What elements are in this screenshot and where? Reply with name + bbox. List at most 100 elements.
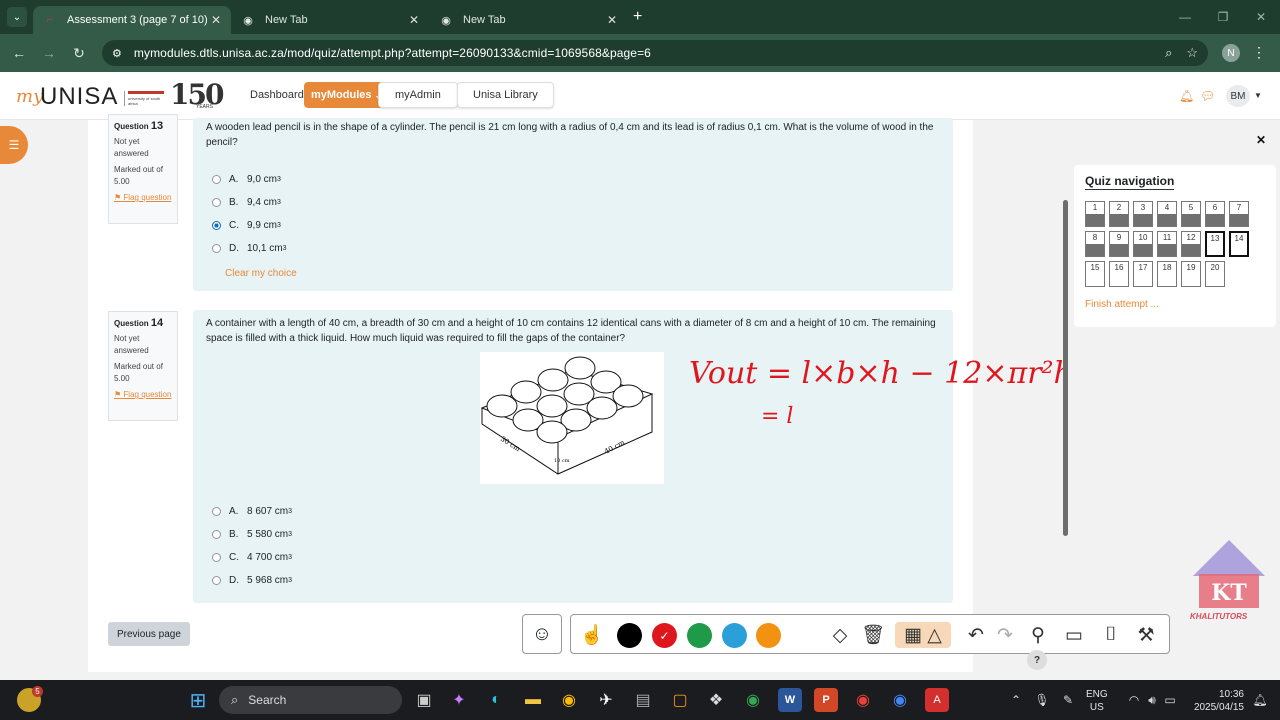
quiz-nav-button[interactable]: 2: [1109, 201, 1129, 227]
nav-mymodules[interactable]: myModules ⌄: [304, 82, 389, 108]
emoji-icon[interactable]: ☺: [522, 614, 562, 654]
pen-icon[interactable]: ✎: [1056, 688, 1080, 712]
clock[interactable]: 10:36 2025/04/15: [1192, 688, 1244, 714]
radio-button[interactable]: [212, 576, 221, 585]
tab-new-2[interactable]: ◉ New Tab ✕: [429, 6, 627, 34]
quiz-nav-button[interactable]: 17: [1133, 261, 1153, 287]
taskbar-search[interactable]: ⌕ Search: [219, 686, 402, 714]
answer-option[interactable]: A. 8 607 cm 3: [212, 500, 506, 523]
edge-icon[interactable]: ◐: [484, 688, 508, 712]
answer-option[interactable]: B. 5 580 cm 3: [212, 523, 506, 546]
radio-button[interactable]: [212, 553, 221, 562]
quiz-nav-button[interactable]: 8: [1085, 231, 1105, 257]
powerpoint-icon[interactable]: P: [814, 688, 838, 712]
radio-button[interactable]: [212, 175, 221, 184]
flag-question-link[interactable]: ⚑ Flag question: [114, 389, 172, 401]
color-orange[interactable]: [756, 623, 781, 648]
windows-start-icon[interactable]: ⊞: [186, 688, 210, 712]
tab-search-button[interactable]: ⌄: [7, 7, 27, 27]
tab-new-1[interactable]: ◉ New Tab ✕: [231, 6, 429, 34]
chrome-profile-icon[interactable]: ◉: [741, 688, 765, 712]
close-tab-icon[interactable]: ✕: [607, 13, 617, 27]
answer-option[interactable]: A. 9,0 cm 3: [212, 168, 940, 191]
calendar-icon[interactable]: ▭: [1061, 622, 1087, 648]
quiz-nav-button[interactable]: 7: [1229, 201, 1249, 227]
quiz-nav-button[interactable]: 20: [1205, 261, 1225, 287]
chrome-beta-icon[interactable]: ◉: [888, 688, 912, 712]
quiz-nav-button[interactable]: 13: [1205, 231, 1225, 257]
messages-icon[interactable]: 💬︎: [1200, 89, 1215, 103]
eraser-icon[interactable]: ◇: [827, 622, 853, 648]
microphone-icon[interactable]: 🎙︎: [1030, 688, 1054, 712]
answer-option[interactable]: D. 5 968 cm 3: [212, 569, 506, 592]
color-green[interactable]: [687, 623, 712, 648]
previous-page-button[interactable]: Previous page: [108, 622, 190, 646]
restore-icon[interactable]: ❐: [1204, 10, 1242, 24]
radio-button[interactable]: [212, 244, 221, 253]
redo-icon[interactable]: ↷: [992, 622, 1018, 648]
answer-option[interactable]: B. 9,4 cm 3: [212, 191, 940, 214]
flag-question-link[interactable]: ⚑ Flag question: [114, 192, 172, 204]
nav-myadmin[interactable]: myAdmin: [378, 82, 458, 108]
user-avatar[interactable]: BM: [1226, 85, 1250, 107]
notification-center-icon[interactable]: 🔔︎: [1248, 688, 1272, 712]
quiz-nav-button[interactable]: 10: [1133, 231, 1153, 257]
quiz-nav-button[interactable]: 5: [1181, 201, 1201, 227]
browser-menu-icon[interactable]: ⋮: [1252, 44, 1266, 61]
color-black[interactable]: [617, 623, 642, 648]
photos-icon[interactable]: ▤: [631, 688, 655, 712]
chrome-taskbar-icon[interactable]: ◉: [557, 688, 581, 712]
language-indicator[interactable]: ENG US: [1086, 688, 1108, 714]
reload-icon[interactable]: ↻: [64, 45, 94, 62]
pin-icon[interactable]: ⚲: [1025, 622, 1051, 648]
course-index-toggle-icon[interactable]: ☰: [0, 126, 28, 164]
nav-library[interactable]: Unisa Library: [457, 82, 554, 108]
user-menu-chevron-icon[interactable]: ▼: [1254, 91, 1262, 100]
quiz-nav-button[interactable]: 16: [1109, 261, 1129, 287]
chrome-alt-icon[interactable]: ◉: [851, 688, 875, 712]
quiz-nav-button[interactable]: 12: [1181, 231, 1201, 257]
quiz-nav-button[interactable]: 6: [1205, 201, 1225, 227]
nav-dashboard[interactable]: Dashboard: [250, 82, 304, 108]
camera-icon[interactable]: ⌷: [1098, 622, 1124, 648]
radio-button[interactable]: [212, 198, 221, 207]
clear-choice-link[interactable]: Clear my choice: [225, 266, 940, 281]
color-red[interactable]: ✓: [652, 623, 677, 648]
quiz-nav-button[interactable]: 1: [1085, 201, 1105, 227]
quiz-nav-button[interactable]: 4: [1157, 201, 1177, 227]
site-info-icon[interactable]: ⚙: [112, 47, 122, 60]
answer-option[interactable]: C. 4 700 cm 3: [212, 546, 506, 569]
close-window-icon[interactable]: ✕: [1242, 10, 1280, 24]
app-icon[interactable]: ✈: [594, 688, 618, 712]
task-view-icon[interactable]: ▣: [412, 688, 436, 712]
quiz-nav-button[interactable]: 14: [1229, 231, 1249, 257]
acrobat-icon[interactable]: A: [925, 688, 949, 712]
davinci-icon[interactable]: ❖: [704, 688, 728, 712]
quiz-nav-button[interactable]: 15: [1085, 261, 1105, 287]
radio-button[interactable]: [212, 507, 221, 516]
battery-icon[interactable]: ▭: [1158, 688, 1182, 712]
color-blue[interactable]: [722, 623, 747, 648]
bookmark-star-icon[interactable]: ☆: [1186, 45, 1198, 61]
zoom-icon[interactable]: ⌕: [1165, 45, 1172, 61]
presentation-app-icon[interactable]: ▢: [668, 688, 692, 712]
close-tab-icon[interactable]: ✕: [211, 13, 221, 27]
finish-attempt-link[interactable]: Finish attempt ...: [1085, 299, 1159, 310]
quiz-nav-button[interactable]: 19: [1181, 261, 1201, 287]
widgets-icon[interactable]: 5: [17, 686, 43, 712]
grid-select-icon[interactable]: ▦ △: [895, 622, 951, 648]
notification-bell-icon[interactable]: 🔔︎: [1179, 89, 1194, 103]
quiz-nav-button[interactable]: 18: [1157, 261, 1177, 287]
copilot-icon[interactable]: ✦: [447, 688, 471, 712]
scrollbar[interactable]: [1063, 200, 1068, 536]
quiz-nav-button[interactable]: 9: [1109, 231, 1129, 257]
address-bar[interactable]: ⚙ mymodules.dtls.unisa.ac.za/mod/quiz/at…: [102, 40, 1208, 66]
answer-option[interactable]: D. 10,1 cm 3: [212, 237, 940, 260]
logo-unisa[interactable]: UNISA: [40, 83, 118, 111]
tab-assessment[interactable]: ⌐ Assessment 3 (page 7 of 10) ✕: [33, 6, 231, 34]
settings-wrench-icon[interactable]: ⚒: [1133, 622, 1159, 648]
pointer-icon[interactable]: ☝: [579, 622, 605, 648]
close-tab-icon[interactable]: ✕: [409, 13, 419, 27]
radio-button-checked[interactable]: [212, 221, 221, 230]
quiz-nav-button[interactable]: 3: [1133, 201, 1153, 227]
